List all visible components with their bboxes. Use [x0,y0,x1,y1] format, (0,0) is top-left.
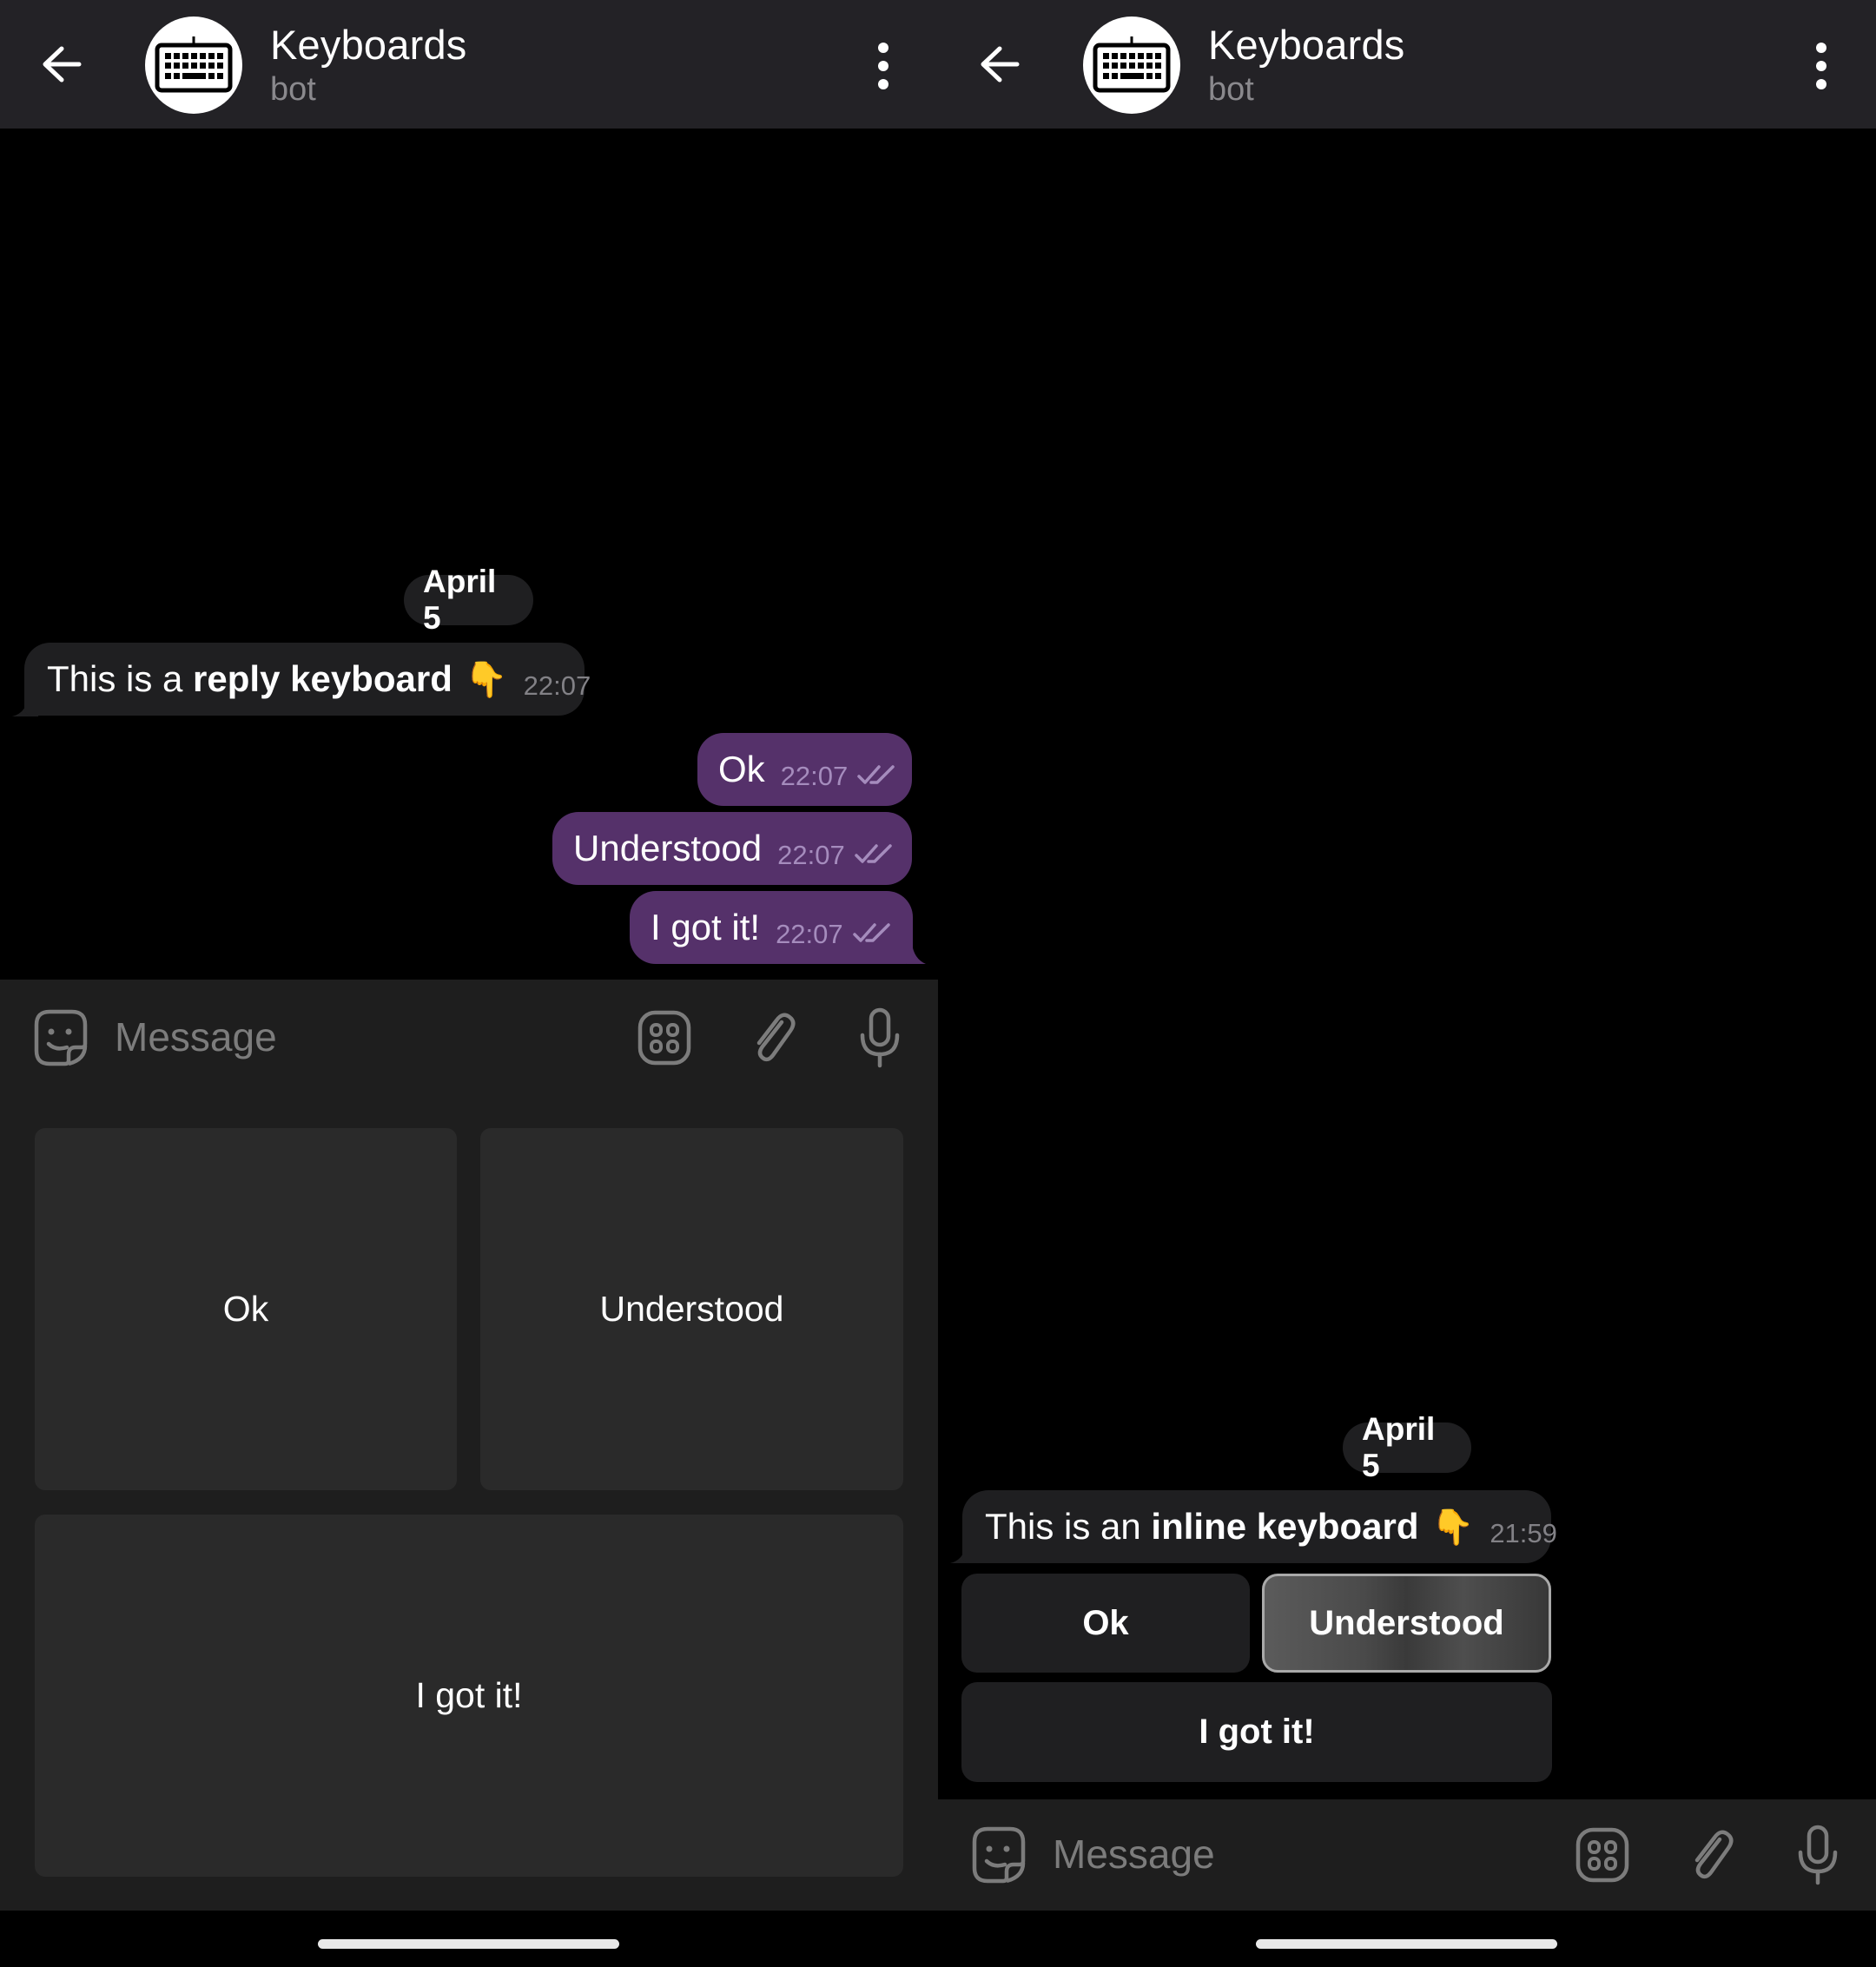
more-dot [878,61,888,71]
message-text: I got it! [651,907,761,947]
more-vertical-icon [1816,43,1826,53]
chat-subtitle: bot [270,71,316,108]
inline-button-understood[interactable]: Understood [1262,1574,1551,1673]
back-button[interactable] [33,38,90,90]
outgoing-message: Understood 22:07 [552,812,912,885]
sticker-icon [34,1009,88,1066]
inline-button-i-got-it[interactable]: I got it! [961,1682,1552,1782]
message-text: This is a [47,658,194,699]
message-input-row: Message [938,1812,1876,1898]
bot-keyboard-button[interactable] [637,1008,692,1067]
sticker-button[interactable] [31,1008,90,1067]
reply-keyboard-button-ok[interactable]: Ok [35,1128,457,1490]
attach-button[interactable] [747,1008,799,1067]
incoming-message: This is an inline keyboard 👇 21:59 [962,1490,1557,1563]
outgoing-message: I got it! 22:07 [630,891,913,964]
message-text: Ok [718,749,765,789]
sticker-icon [972,1826,1026,1884]
keyboard-grid-icon [1575,1827,1629,1883]
message-time: 22:07 [777,840,845,870]
outgoing-message: Ok 22:07 [697,733,912,806]
message-time: 22:07 [776,919,843,949]
paperclip-icon [1694,1830,1734,1879]
more-vertical-icon [878,43,888,53]
attach-button[interactable] [1685,1825,1737,1884]
reply-keyboard-button-understood[interactable]: Understood [480,1128,903,1490]
paperclip-icon [756,1013,796,1062]
message-bold-text: reply keyboard [193,658,452,699]
incoming-message: This is a reply keyboard 👇 22:07 [24,643,591,716]
chat-title[interactable]: Keyboards [270,21,467,69]
more-dot [1816,79,1826,89]
keyboard-icon [155,36,233,93]
message-time: 22:07 [780,761,849,791]
microphone-icon [1798,1825,1838,1885]
home-indicator[interactable] [318,1939,619,1949]
chat-panel-reply-keyboard: Keyboards bot April 5 This is a reply ke… [0,0,938,1967]
chat-header: Keyboards bot [0,0,938,129]
message-time: 22:07 [523,670,591,701]
message-time: 21:59 [1490,1518,1557,1548]
voice-message-button[interactable] [855,1003,904,1073]
back-button[interactable] [971,38,1028,90]
message-text: Understood [573,828,763,868]
more-options-button[interactable] [860,38,907,94]
arrow-left-icon [981,46,1020,83]
chat-panel-inline-keyboard: Keyboards bot April 5 This is an inline … [938,0,1876,1967]
keyboard-grid-icon [637,1010,691,1066]
date-chip: April 5 [404,564,533,636]
voice-message-button[interactable] [1793,1820,1842,1890]
date-chip: April 5 [1343,1411,1471,1483]
double-check-icon [856,764,896,787]
message-input-row: Message [0,994,938,1081]
bot-avatar[interactable] [1083,17,1180,114]
chat-subtitle: bot [1208,71,1254,108]
pointing-down-emoji-icon: 👇 [464,660,508,699]
bubble-tail [907,943,926,964]
arrow-left-icon [43,46,82,83]
chat-header: Keyboards bot [938,0,1876,129]
message-input[interactable]: Message [115,1013,277,1060]
composer-area: Message [938,1799,1876,1911]
inline-button-ok[interactable]: Ok [961,1574,1250,1673]
message-text: This is an [985,1506,1152,1547]
sticker-button[interactable] [969,1825,1028,1884]
keyboard-icon [1093,36,1171,93]
home-indicator[interactable] [1256,1939,1557,1949]
bot-keyboard-button[interactable] [1575,1825,1630,1884]
pointing-down-emoji-icon: 👇 [1430,1508,1475,1547]
more-dot [878,79,888,89]
chat-title[interactable]: Keyboards [1208,21,1405,69]
reply-keyboard-button-i-got-it[interactable]: I got it! [35,1515,903,1877]
bot-avatar[interactable] [145,17,242,114]
message-input[interactable]: Message [1053,1831,1215,1878]
microphone-icon [860,1007,900,1068]
double-check-icon [852,922,892,945]
composer-area: Message [0,980,938,1911]
more-options-button[interactable] [1798,38,1845,94]
more-dot [1816,61,1826,71]
message-bold-text: inline keyboard [1151,1506,1419,1547]
double-check-icon [854,843,894,866]
